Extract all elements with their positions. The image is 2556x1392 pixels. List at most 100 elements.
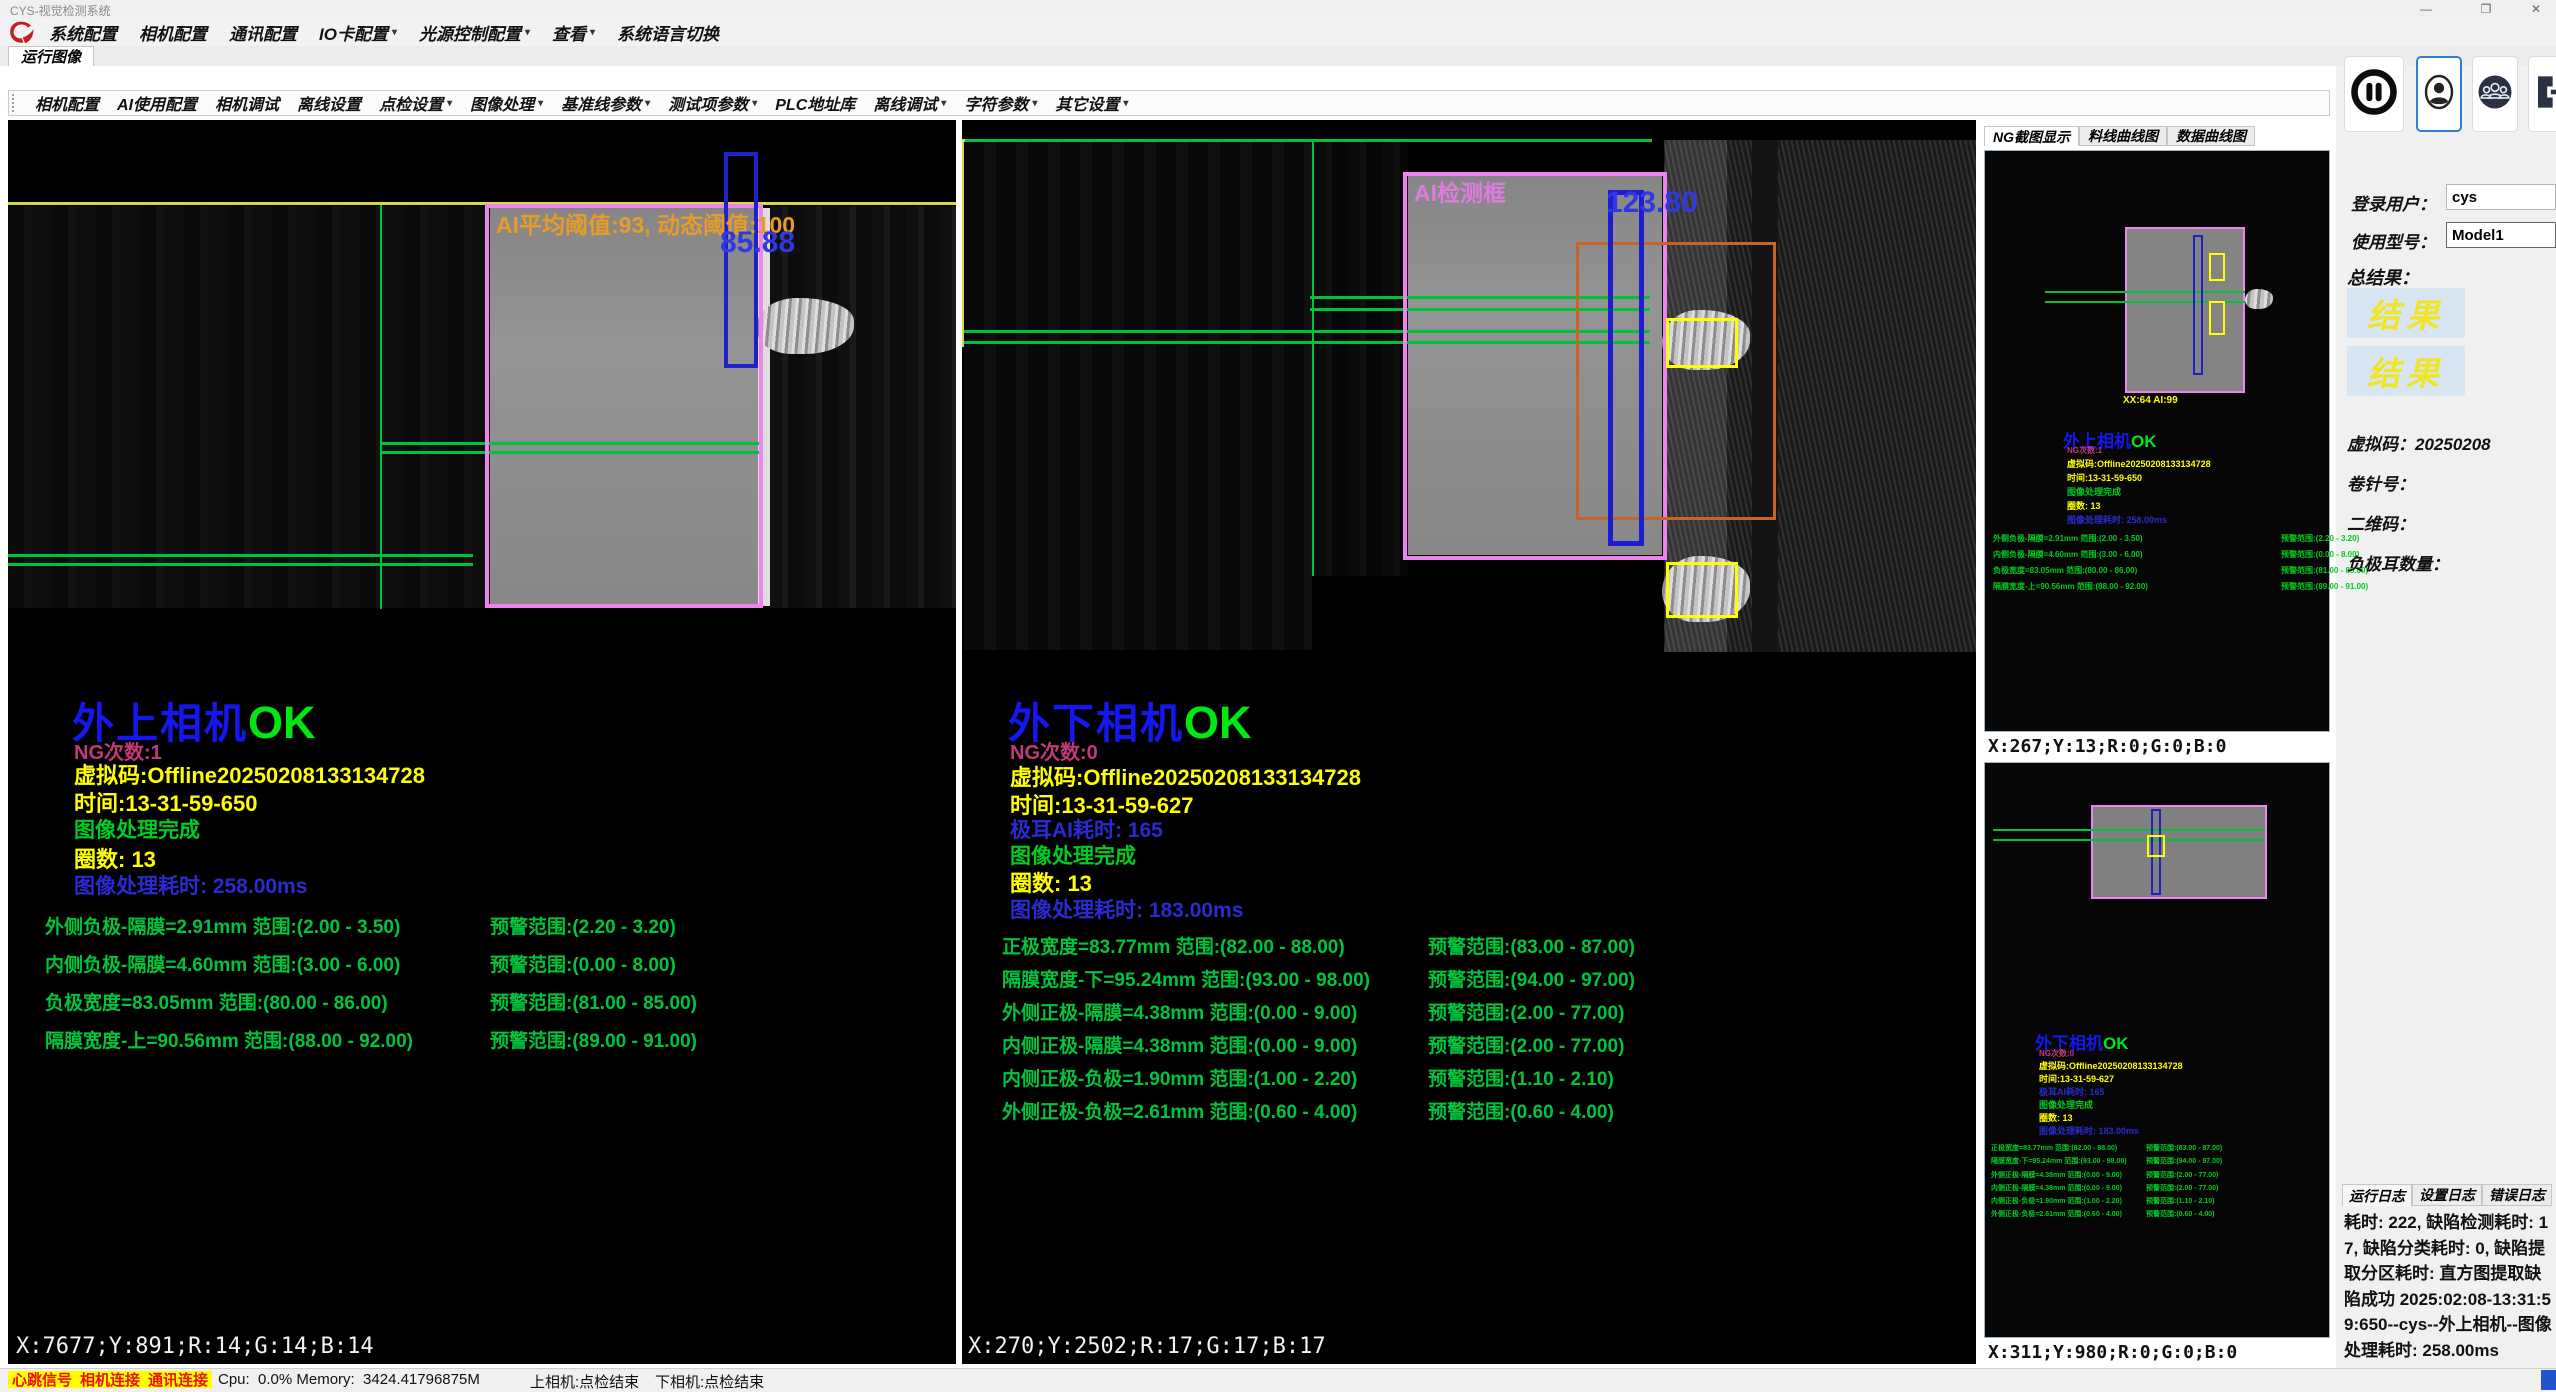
mini-measurement: 内侧负极-隔膜=4.60mm 范围:(3.00 - 6.00) xyxy=(1993,549,2143,560)
measurement: 内侧负极-隔膜=4.60mm 范围:(3.00 - 6.00) xyxy=(45,950,400,977)
lower-camera-canvas[interactable]: AI检测框 123.80 外下相机OK NG次数:0 虚拟码:Offline20… xyxy=(962,120,1976,1364)
tab-box-yellow xyxy=(1666,562,1738,618)
login-user-input[interactable] xyxy=(2446,184,2556,210)
tool-spot-check[interactable]: 点检设置▾ xyxy=(370,91,461,115)
preview-coords: X:311;Y:980;R:0;G:0;B:0 xyxy=(1988,1342,2237,1363)
tab-run-log[interactable]: 运行日志 xyxy=(2342,1184,2412,1206)
tab-ng-screenshot[interactable]: NG截图显示 xyxy=(1984,126,2079,146)
tool-plc-address[interactable]: PLC地址库 xyxy=(766,91,864,115)
mini-process-done: 图像处理完成 xyxy=(2067,485,2121,498)
dropdown-arrow-icon: ▾ xyxy=(1123,98,1128,109)
mini-measurement: 内侧正极-隔膜=4.38mm 范围:(0.00 - 9.00) xyxy=(1991,1183,2122,1193)
pixel-coords: X:270;Y:2502;R:17;G:17;B:17 xyxy=(968,1334,1326,1359)
mini-measurement: 隔膜宽度-上=90.56mm 范围:(88.00 - 92.00) xyxy=(1993,581,2148,592)
cpu-memory-status: Cpu: 0.0% Memory: 3424.41796875M xyxy=(218,1371,480,1388)
tab-line-curve[interactable]: 料线曲线图 xyxy=(2079,126,2167,146)
mini-caption: XX:64 AI:99 xyxy=(2123,395,2178,406)
mini-measurement: 负极宽度=83.05mm 范围:(80.00 - 86.00) xyxy=(1993,565,2137,576)
warn-range: 预警范围:(2.20 - 3.20) xyxy=(490,912,676,939)
upper-camera-status: 上相机:点检结束 xyxy=(530,1371,639,1392)
tool-image-process[interactable]: 图像处理▾ xyxy=(461,91,552,115)
mini-ref-line xyxy=(1993,829,2265,831)
tool-char-params[interactable]: 字符参数▾ xyxy=(955,91,1046,115)
pixel-coords: X:7677;Y:891;R:14;G:14;B:14 xyxy=(16,1334,374,1359)
mini-warn-range: 预警范围:(1.10 - 2.10) xyxy=(2146,1196,2214,1206)
process-done: 图像处理完成 xyxy=(74,814,200,844)
total-result-label: 总结果： xyxy=(2347,264,2419,290)
heartbeat-status-badge: 心跳信号 xyxy=(8,1371,76,1388)
menu-item-language-switch[interactable]: 系统语言切换 xyxy=(606,20,730,45)
user-group-button[interactable] xyxy=(2472,56,2518,132)
login-user-label: 登录用户： xyxy=(2351,190,2436,215)
camera-link-status-badge: 相机连接 xyxy=(76,1371,144,1388)
mini-measurement: 外侧负极-隔膜=2.91mm 范围:(2.00 - 3.50) xyxy=(1993,533,2143,544)
warn-range: 预警范围:(83.00 - 87.00) xyxy=(1428,932,1635,959)
result-badge-upper: 结果 xyxy=(2347,288,2465,338)
mini-loop-count: 圈数: 13 xyxy=(2039,1111,2073,1124)
ref-line-vertical xyxy=(1312,140,1314,576)
tab-error-log[interactable]: 错误日志 xyxy=(2482,1184,2552,1206)
measure-box-blue xyxy=(724,152,758,368)
run-log-text: 耗时: 222, 缺陷检测耗时: 17, 缺陷分类耗时: 0, 缺陷提取分区耗时… xyxy=(2344,1210,2554,1362)
mini-warn-range: 预警范围:(0.60 - 4.00) xyxy=(2146,1209,2214,1219)
dropdown-arrow-icon: ▾ xyxy=(590,27,595,38)
menu-item-system-config[interactable]: 系统配置 xyxy=(38,20,128,45)
process-elapsed: 图像处理耗时: 183.00ms xyxy=(1010,894,1243,924)
mini-process-done: 图像处理完成 xyxy=(2039,1098,2093,1111)
tool-ai-use-config[interactable]: AI使用配置 xyxy=(108,91,206,115)
log-tabs: 运行日志 设置日志 错误日志 xyxy=(2342,1184,2552,1206)
lower-camera-status: 下相机:点检结束 xyxy=(655,1371,764,1392)
mini-warn-range: 预警范围:(2.00 - 77.00) xyxy=(2146,1183,2218,1193)
tool-camera-config[interactable]: 相机配置 xyxy=(26,91,108,115)
tool-other-settings[interactable]: 其它设置▾ xyxy=(1046,91,1137,115)
tab-box-yellow xyxy=(1666,318,1738,368)
restore-button[interactable]: ❐ xyxy=(2466,0,2506,18)
mini-ai-elapsed: 极耳AI耗时: 165 xyxy=(2039,1085,2105,1098)
measurement: 内侧正极-隔膜=4.38mm 范围:(0.00 - 9.00) xyxy=(1002,1031,1357,1058)
minimize-button[interactable]: — xyxy=(2406,0,2446,18)
virtual-code-label: 虚拟码：20250208 xyxy=(2347,430,2491,455)
mini-process-elapsed: 图像处理耗时: 258.00ms xyxy=(2067,513,2167,526)
exit-button[interactable] xyxy=(2528,56,2556,132)
upper-camera-canvas[interactable]: AI平均阈值:93, 动态阈值:100 85.88 外上相机OK NG次数:1 … xyxy=(8,120,956,1364)
negative-tab-count-label: 负极耳数量： xyxy=(2347,550,2449,575)
menu-item-io-card-config[interactable]: IO卡配置▾ xyxy=(308,20,408,45)
measurement: 正极宽度=83.77mm 范围:(82.00 - 88.00) xyxy=(1002,932,1345,959)
close-button[interactable]: ✕ xyxy=(2516,0,2556,18)
model-input[interactable] xyxy=(2446,222,2556,248)
pause-icon xyxy=(2348,66,2400,123)
ng-preview-upper[interactable]: XX:64 AI:99 外上相机OK NG次数:1 虚拟码:Offline202… xyxy=(1984,150,2330,732)
mini-ref-line xyxy=(1993,839,2265,841)
menu-item-comm-config[interactable]: 通讯配置 xyxy=(218,20,308,45)
tab-run-image[interactable]: 运行图像 xyxy=(8,46,94,66)
mini-measurement: 外侧正极-隔膜=4.38mm 范围:(0.00 - 9.00) xyxy=(1991,1170,2122,1180)
pause-button[interactable] xyxy=(2344,56,2404,132)
mini-tab-box-yellow xyxy=(2147,835,2165,857)
tab-data-curve[interactable]: 数据曲线图 xyxy=(2167,126,2255,146)
menu-item-light-control-config[interactable]: 光源控制配置▾ xyxy=(408,20,541,45)
tool-test-item-params[interactable]: 测试项参数▾ xyxy=(659,91,766,115)
preview-coords: X:267;Y:13;R:0;G:0;B:0 xyxy=(1988,736,2226,757)
users-icon xyxy=(2473,70,2517,119)
tool-camera-debug[interactable]: 相机调试 xyxy=(206,91,288,115)
mini-warn-range: 预警范围:(94.00 - 97.00) xyxy=(2146,1156,2222,1166)
tool-baseline-params[interactable]: 基准线参数▾ xyxy=(552,91,659,115)
warn-range: 预警范围:(0.60 - 4.00) xyxy=(1428,1097,1614,1124)
dropdown-arrow-icon: ▾ xyxy=(941,98,946,109)
dropdown-arrow-icon: ▾ xyxy=(447,98,452,109)
menu-item-camera-config[interactable]: 相机配置 xyxy=(128,20,218,45)
dropdown-arrow-icon: ▾ xyxy=(392,27,397,38)
app-logo-icon xyxy=(4,18,38,46)
warn-range: 预警范围:(1.10 - 2.10) xyxy=(1428,1064,1614,1091)
tab-setting-log[interactable]: 设置日志 xyxy=(2412,1184,2482,1206)
mini-tab-box-yellow xyxy=(2209,301,2225,335)
camera-texture xyxy=(8,206,490,608)
tool-offline-debug[interactable]: 离线调试▾ xyxy=(864,91,955,115)
menu-item-view[interactable]: 查看▾ xyxy=(541,20,606,45)
result-badge-lower: 结果 xyxy=(2347,346,2465,396)
user-login-button[interactable] xyxy=(2416,56,2462,132)
camera-texture xyxy=(1314,142,1408,576)
ng-preview-lower[interactable]: 外下相机OK NG次数:0 虚拟码:Offline202502081331347… xyxy=(1984,762,2330,1338)
qr-code-label: 二维码： xyxy=(2347,510,2415,535)
tool-offline-setting[interactable]: 离线设置 xyxy=(288,91,370,115)
